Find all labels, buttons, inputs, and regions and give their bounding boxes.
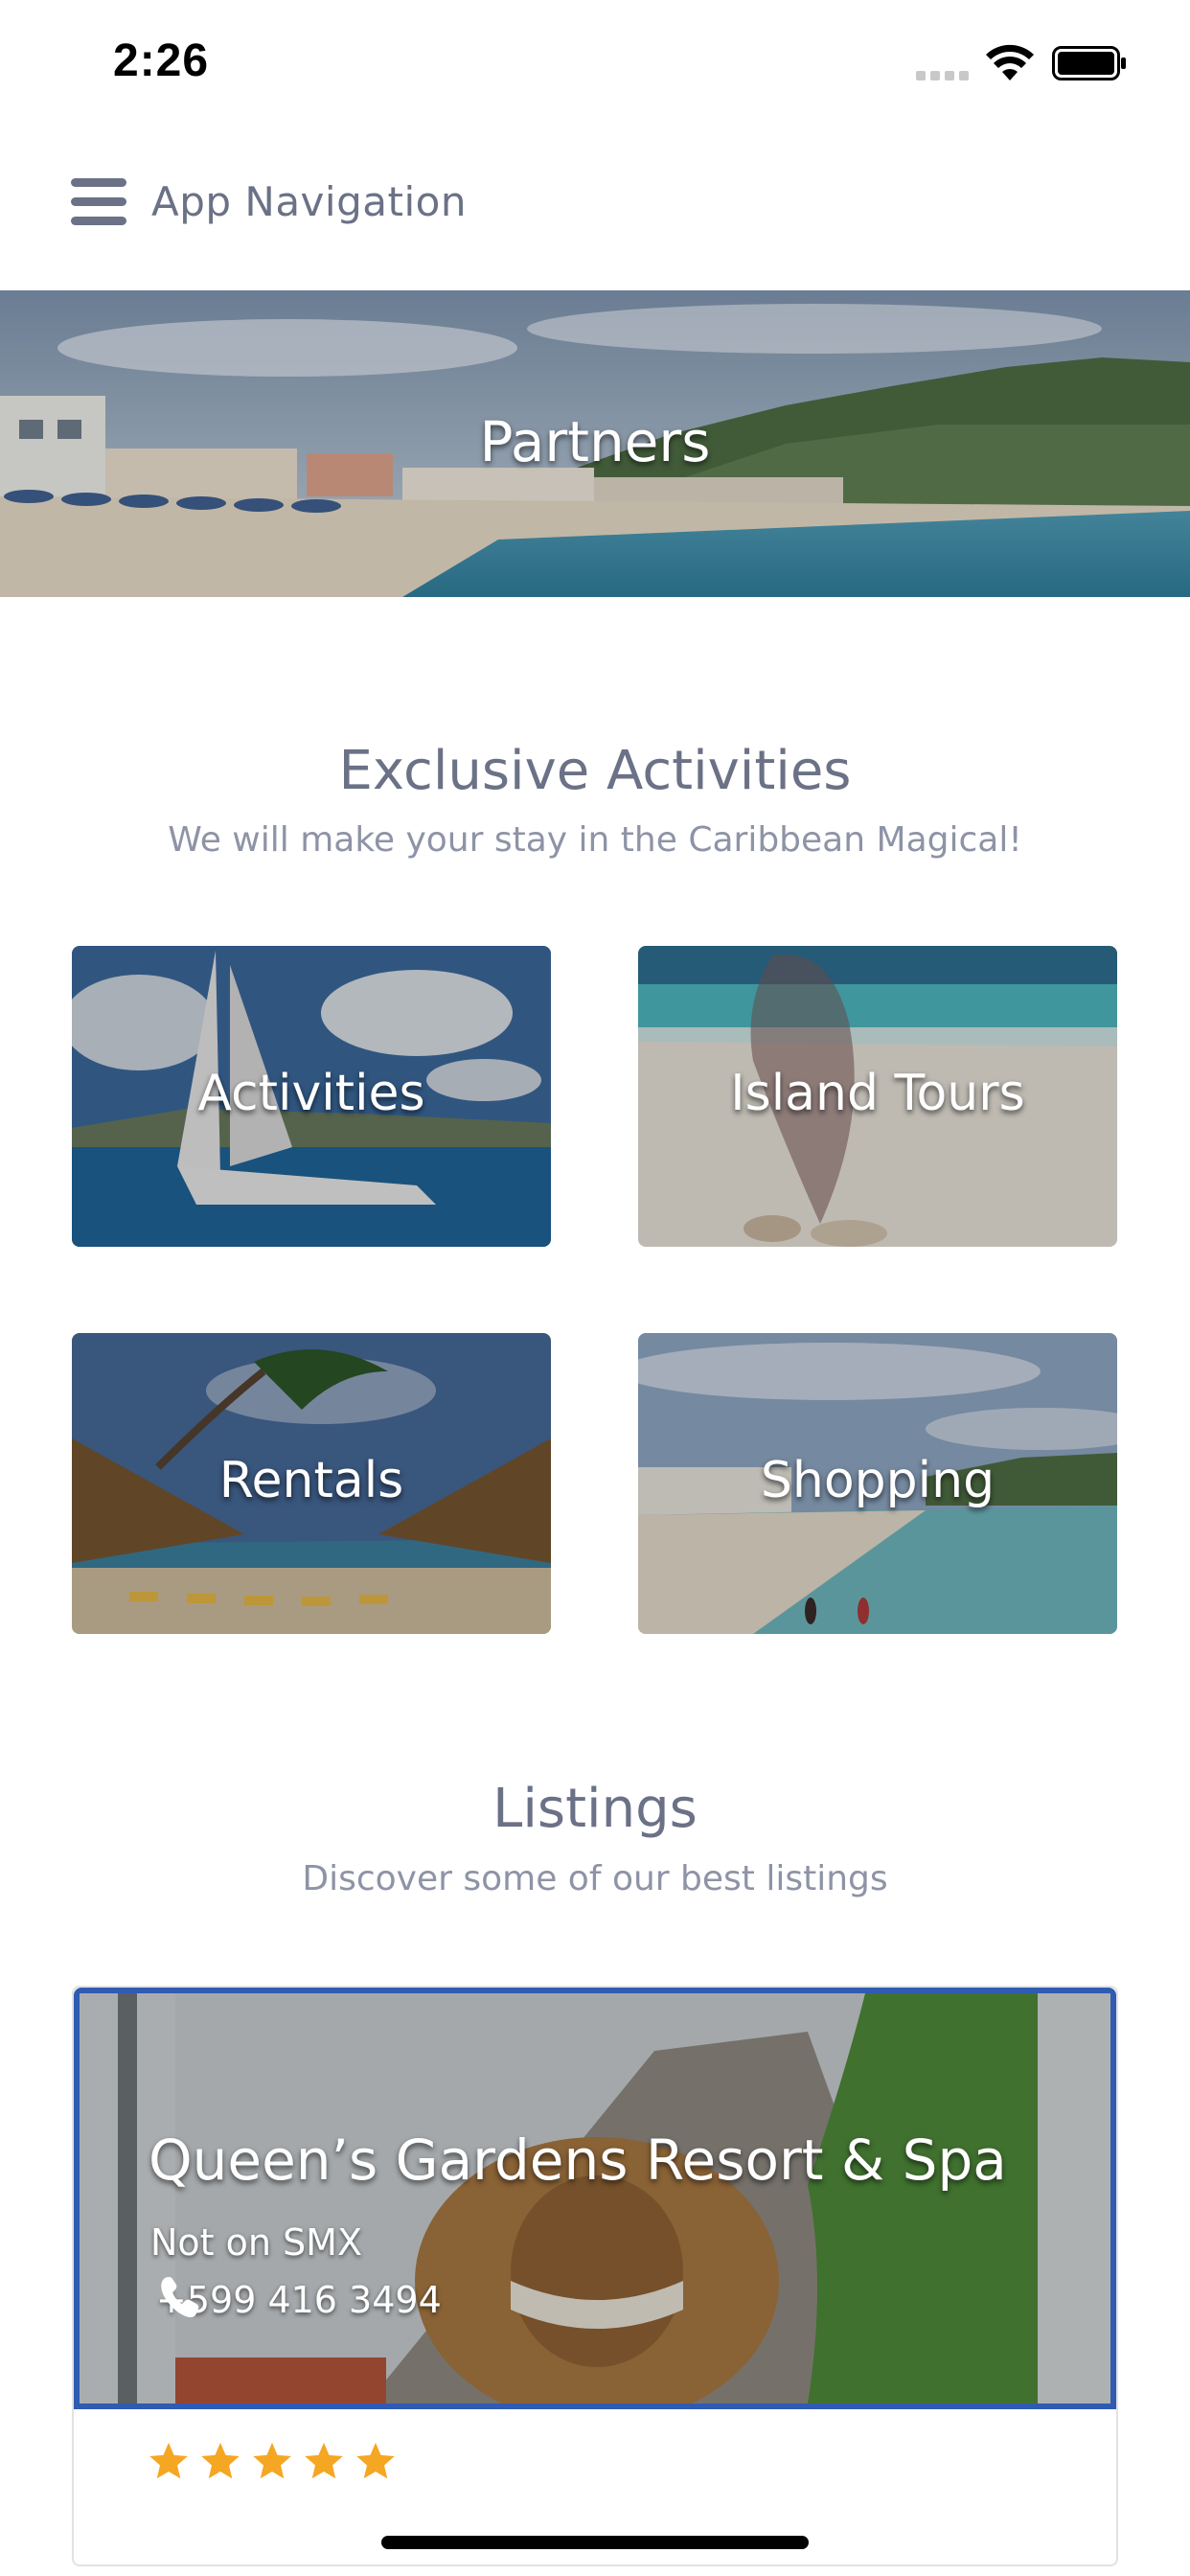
star-icon — [356, 2442, 395, 2479]
listing-name: Queen’s Gardens Resort & Spa — [149, 2128, 1007, 2193]
star-icon — [305, 2442, 343, 2479]
listing-location: Not on SMX — [150, 2221, 363, 2264]
straw-hat-image — [80, 1993, 1110, 2404]
star-icon — [253, 2442, 291, 2479]
partners-banner[interactable]: Partners — [0, 290, 1190, 597]
tile-label: Rentals — [218, 1452, 404, 1509]
listings-section-title: Listings — [492, 1778, 698, 1840]
status-time: 2:26 — [113, 35, 210, 86]
tile-label: Activities — [197, 1065, 425, 1122]
app-bar: App Navigation — [0, 144, 1190, 263]
cellular-signal-icon — [916, 71, 972, 80]
hero-title: Partners — [479, 409, 711, 474]
listing-phone-row[interactable]: +599 416 3494 — [156, 2273, 442, 2327]
star-icon — [201, 2442, 240, 2479]
home-indicator[interactable] — [381, 2536, 809, 2549]
tile-label: Island Tours — [730, 1065, 1025, 1122]
activities-section-title: Exclusive Activities — [338, 740, 852, 802]
hamburger-menu-icon[interactable] — [71, 178, 126, 226]
listing-image[interactable]: Queen’s Gardens Resort & Spa Not on SMX … — [74, 1988, 1116, 2409]
listing-rating — [147, 2440, 398, 2484]
app-bar-title: App Navigation — [151, 178, 467, 225]
wifi-icon — [986, 44, 1034, 80]
listings-section-subtitle: Discover some of our best listings — [302, 1859, 888, 1898]
activities-section-subtitle: We will make your stay in the Caribbean … — [168, 820, 1022, 860]
battery-icon — [1052, 46, 1126, 80]
tile-label: Shopping — [760, 1452, 995, 1509]
phone-icon — [161, 2277, 199, 2318]
tile-rentals[interactable]: Rentals — [72, 1333, 551, 1634]
star-icon — [149, 2442, 188, 2479]
listing-card[interactable]: Queen’s Gardens Resort & Spa Not on SMX … — [72, 1986, 1118, 2566]
app-screen: 2:26 App Navigation Partners Exclusive A… — [0, 0, 1190, 2576]
tile-shopping[interactable]: Shopping — [638, 1333, 1117, 1634]
tile-island-tours[interactable]: Island Tours — [638, 946, 1117, 1247]
tile-activities[interactable]: Activities — [72, 946, 551, 1247]
status-bar: 2:26 — [0, 0, 1190, 134]
